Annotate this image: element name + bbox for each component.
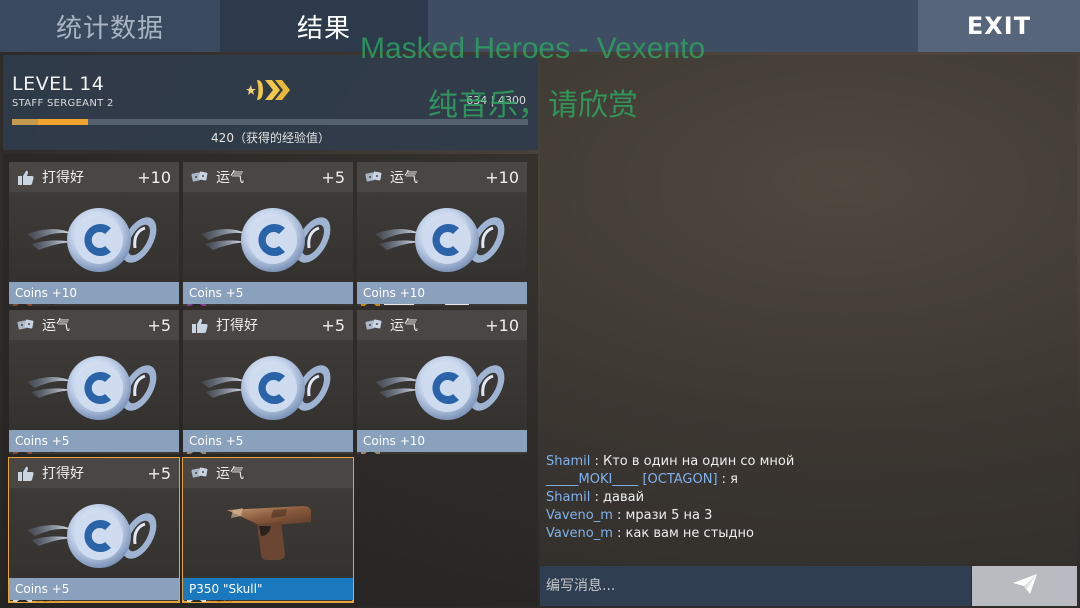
send-icon <box>1012 573 1038 599</box>
reward-label: Coins +5 <box>183 430 353 452</box>
reward-card[interactable]: 运气元神P350 "Skull" <box>182 457 354 603</box>
reward-category: 打得好 <box>216 318 258 334</box>
reward-category: 打得好 <box>42 170 84 186</box>
reward-card[interactable]: 运气 +5 ...I am motherfucker...Coins +5 <box>183 162 353 306</box>
chat-text: : мрази 5 на 3 <box>612 508 713 523</box>
reward-label: Coins +10 <box>357 282 527 304</box>
overlay-music-title: Masked Heroes - Vexento <box>360 32 706 65</box>
reward-category: 运气 <box>216 466 244 482</box>
chat-username[interactable]: Vaveno_m <box>546 508 613 523</box>
reward-category: 运气 <box>216 170 244 186</box>
reward-points: +5 <box>321 168 345 187</box>
chat-text: : как вам не стыдно <box>612 526 754 541</box>
reward-card-header: 运气 <box>183 458 353 488</box>
rank-name: STAFF SERGEANT 2 <box>12 98 114 109</box>
xp-progress-gained <box>38 119 88 125</box>
reward-card-header: 运气 +5 <box>183 162 353 192</box>
chat-message: Shamil : Кто в один на один со мной <box>546 453 1071 471</box>
reward-art: тошик <box>357 340 527 454</box>
chat-username[interactable]: Shamil <box>546 454 590 469</box>
winged-coin-icon <box>199 204 337 278</box>
reward-card[interactable]: 运气 +10 _____MOKI____Coins +10 <box>357 162 527 306</box>
chat-input-container <box>540 566 971 606</box>
reward-label: Coins +10 <box>9 282 179 304</box>
chat-message: Vaveno_m : мрази 5 на 3 <box>546 507 1071 525</box>
thumbs-up-icon <box>17 169 35 185</box>
thumbs-up-icon <box>191 317 209 333</box>
winged-coin-icon <box>199 352 337 426</box>
reward-category: 运气 <box>42 318 70 334</box>
chat-panel: Shamil : Кто в один на один со мной _____… <box>540 55 1077 565</box>
reward-art: 元神 <box>183 488 353 602</box>
reward-points: +10 <box>485 316 519 335</box>
xp-gained-label: 420（获得的经验值） <box>211 131 330 145</box>
reward-label: Coins +10 <box>357 430 527 452</box>
rank-insignia-icon <box>245 77 299 107</box>
chat-message-input[interactable] <box>546 571 966 601</box>
reward-card-header: 打得好 +5 <box>9 458 179 488</box>
reward-category: 打得好 <box>42 466 84 482</box>
winged-coin-icon <box>25 204 163 278</box>
reward-card-header: 运气 +10 <box>357 162 527 192</box>
xp-progress-previous <box>12 119 38 125</box>
chat-text: : Кто в один на один со мной <box>590 454 795 469</box>
reward-label: P350 "Skull" <box>183 578 353 600</box>
reward-label: Coins +5 <box>9 578 179 600</box>
reward-category: 运气 <box>390 318 418 334</box>
rewards-grid: 打得好+10ой)Coins +10运气+5...I am motherfuck… <box>3 154 538 606</box>
reward-art: ой) <box>9 192 179 306</box>
reward-points: +5 <box>147 464 171 483</box>
reward-points: +10 <box>485 168 519 187</box>
reward-card[interactable]: 运气 +10 тошикCoins +10 <box>357 310 527 454</box>
reward-points: +5 <box>147 316 171 335</box>
reward-card-header: 运气 +10 <box>357 310 527 340</box>
dice-icon <box>365 317 383 333</box>
reward-points: +10 <box>137 168 171 187</box>
reward-card[interactable]: 打得好 +5 元神Coins +5 <box>8 457 180 603</box>
reward-card[interactable]: 打得好 +5 тошикCoins +5 <box>183 310 353 454</box>
chat-text: : давай <box>590 490 645 505</box>
exit-button[interactable]: EXIT <box>918 0 1080 52</box>
winged-coin-icon <box>373 352 511 426</box>
chat-username[interactable]: _____MOKI____ [OCTAGON] <box>546 472 718 487</box>
dice-icon <box>17 317 35 333</box>
reward-points: +5 <box>321 316 345 335</box>
reward-card-header: 打得好 +5 <box>183 310 353 340</box>
thumbs-up-icon <box>17 465 35 481</box>
dice-icon <box>191 465 209 481</box>
reward-label: Coins +5 <box>9 430 179 452</box>
dice-icon <box>191 169 209 185</box>
reward-card[interactable]: 运气 +5 ой)Coins +5 <box>9 310 179 454</box>
reward-card-header: 运气 +5 <box>9 310 179 340</box>
reward-category: 运气 <box>390 170 418 186</box>
reward-card-header: 打得好 +10 <box>9 162 179 192</box>
reward-art: 元神 <box>9 488 179 602</box>
reward-art: тошик <box>183 340 353 454</box>
dice-icon <box>365 169 383 185</box>
send-message-button[interactable] <box>972 566 1077 606</box>
reward-art: _____MOKI____ <box>357 192 527 306</box>
winged-coin-icon <box>25 352 163 426</box>
chat-text: : я <box>717 472 738 487</box>
winged-coin-icon <box>373 204 511 278</box>
reward-art: ...I am motherfucker... <box>183 192 353 306</box>
tab-stats[interactable]: 统计数据 <box>0 0 220 52</box>
chat-username[interactable]: Shamil <box>546 490 590 505</box>
chat-message: Shamil : давай <box>546 489 1071 507</box>
reward-art: ой) <box>9 340 179 454</box>
chat-message: _____MOKI____ [OCTAGON] : я <box>546 471 1071 489</box>
reward-card[interactable]: 打得好 +10 ой)Coins +10 <box>9 162 179 306</box>
level-title: LEVEL 14 <box>12 73 105 95</box>
pistol-icon <box>223 496 315 570</box>
overlay-music-subtitle: 纯音乐，请欣赏 <box>428 88 638 123</box>
chat-log: Shamil : Кто в один на один со мной _____… <box>546 453 1071 543</box>
chat-message: Vaveno_m : как вам не стыдно <box>546 525 1071 543</box>
chat-username[interactable]: Vaveno_m <box>546 526 613 541</box>
reward-label: Coins +5 <box>183 282 353 304</box>
winged-coin-icon <box>25 500 163 574</box>
